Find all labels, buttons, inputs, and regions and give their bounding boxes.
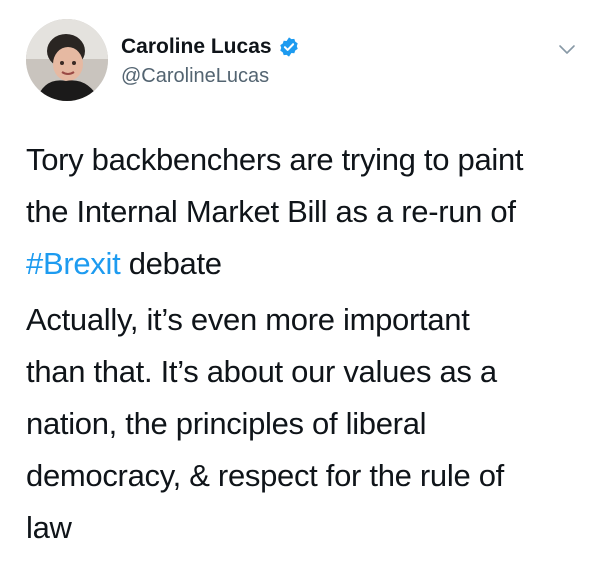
user-handle[interactable]: @CarolineLucas — [121, 62, 269, 90]
display-name[interactable]: Caroline Lucas — [121, 32, 272, 62]
tweet-line: law — [26, 510, 72, 545]
chevron-down-icon[interactable] — [554, 36, 580, 62]
tweet-line: democracy, & respect for the rule of — [26, 458, 504, 493]
tweet-line: #Brexit debate — [26, 238, 586, 290]
tweet-line: the Internal Market Bill as a re-run of — [26, 194, 516, 229]
tweet-card: Caroline Lucas @CarolineLucas Tory backb… — [0, 0, 600, 570]
tweet-line: than that. It’s about our values as a — [26, 354, 497, 389]
hashtag-link[interactable]: #Brexit — [26, 246, 121, 281]
tweet-line: Actually, it’s even more important — [26, 302, 470, 337]
profile-photo — [26, 19, 108, 101]
verified-badge-icon — [278, 36, 300, 58]
tweet-line: nation, the principles of liberal — [26, 406, 427, 441]
tweet-paragraph-1: Tory backbenchers are trying to paint th… — [26, 134, 586, 290]
author-name-row[interactable]: Caroline Lucas — [121, 32, 300, 62]
avatar[interactable] — [26, 19, 108, 101]
tweet-paragraph-2: Actually, it’s even more important than … — [26, 294, 586, 554]
tweet-line-text: debate — [120, 246, 222, 281]
tweet-line: Tory backbenchers are trying to paint — [26, 142, 524, 177]
